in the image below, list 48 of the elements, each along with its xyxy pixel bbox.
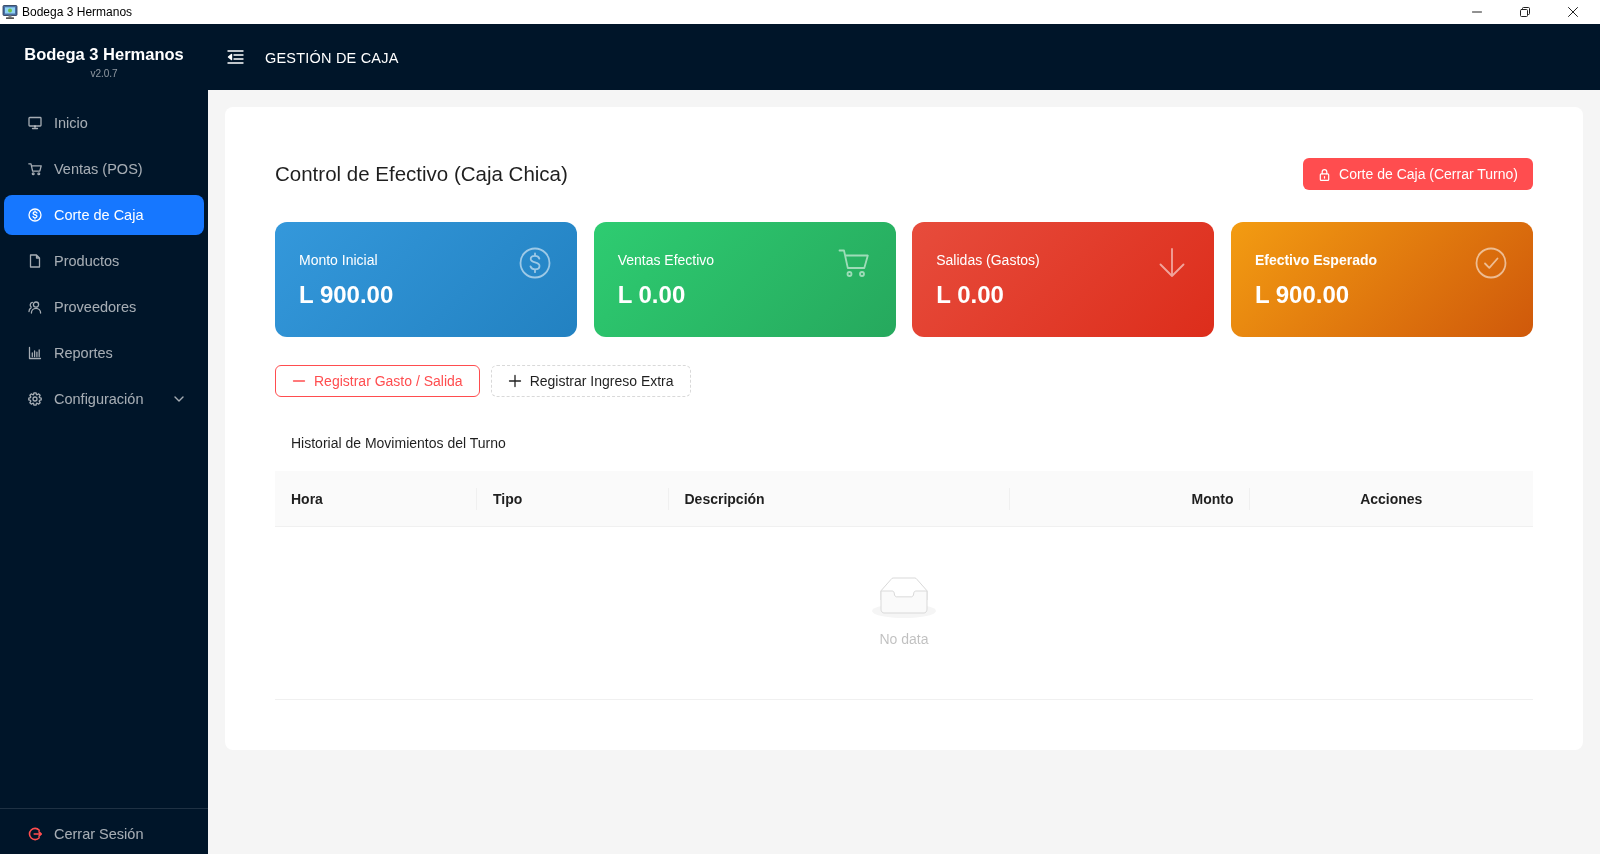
sidebar-item[interactable]: Reportes [4,333,204,373]
column-header: Monto [1009,471,1250,527]
stat-value: L 0.00 [936,280,1005,310]
file-icon [28,254,42,268]
monitor-icon [28,116,42,130]
stat-label: Salidas (Gastos) [936,251,1040,270]
logout-icon [28,827,42,841]
cart-icon [837,247,870,279]
stat-label: Ventas Efectivo [617,251,715,270]
bar-chart-icon [28,346,42,360]
dollar-circle-icon [519,247,552,279]
check-circle-icon [1475,247,1507,279]
version-label: v2.0.7 [90,67,118,81]
users-icon [28,300,42,314]
sidebar-item[interactable]: Productos [4,241,204,281]
stat-label: Efectivo Esperado [1254,251,1378,270]
column-header: Hora [275,471,477,527]
logout-button[interactable]: Cerrar Sesión [4,814,204,854]
stat-value: L 900.00 [299,280,394,310]
lock-icon [1318,167,1332,181]
stat-label: Monto Inicial [299,251,379,270]
cart-icon [28,162,42,176]
column-header: Descripción [668,471,1010,527]
plus-icon [507,374,522,388]
dollar-circle-icon [28,208,42,222]
gear-icon [28,392,42,406]
section-title: Control de Efectivo (Caja Chica) [275,162,568,186]
stat-value: L 900.00 [1254,280,1351,310]
computer-icon [2,4,18,20]
empty-text: No data [879,630,929,649]
sidebar-item[interactable]: Configuración [4,379,204,419]
stat-value: L 0.00 [617,280,687,310]
page-heading: GESTIÓN DE CAJA [265,50,399,66]
sidebar-item[interactable]: Proveedores [4,287,204,327]
sidebar-item[interactable]: Inicio [4,103,204,143]
column-header: Acciones [1249,471,1533,527]
sidebar-item[interactable]: Ventas (POS) [4,149,204,189]
sidebar-item[interactable]: Corte de Caja [4,195,204,235]
close-icon [1568,7,1578,17]
restore-icon [1520,7,1530,17]
window-title: Bodega 3 Hermanos [22,5,133,19]
app-name: Bodega 3 Hermanos [24,44,184,64]
column-header: Tipo [477,471,669,527]
table-title: Historial de Movimientos del Turno [290,434,507,453]
menu-fold-icon [226,50,244,64]
menu-toggle-button[interactable] [225,47,245,67]
empty-inbox-icon [872,577,936,618]
action-button[interactable]: Registrar Ingreso Extra [490,365,691,397]
